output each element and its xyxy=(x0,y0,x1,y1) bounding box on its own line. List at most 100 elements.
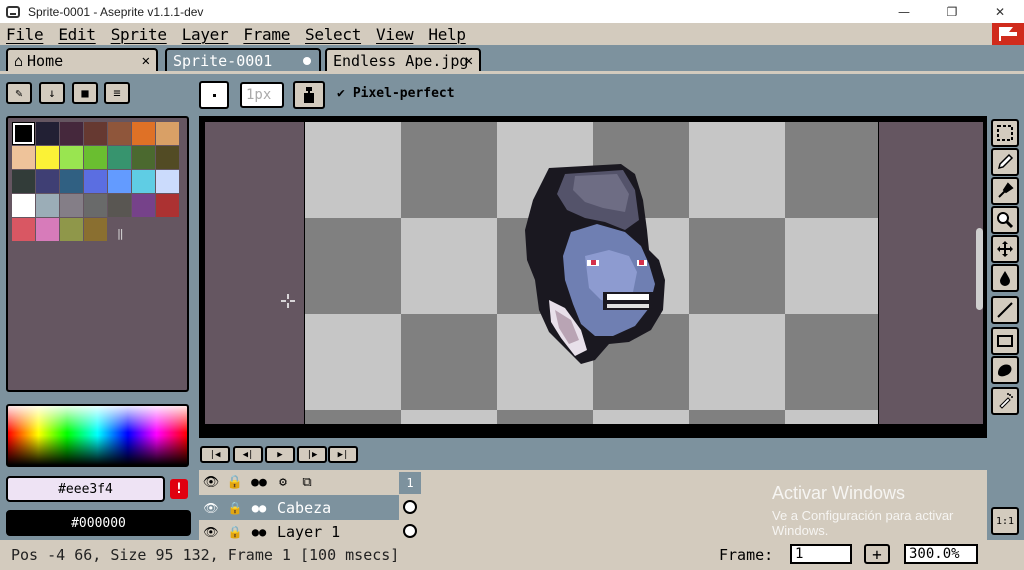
frame-field[interactable]: 1 xyxy=(790,544,852,564)
onion-skin-icon[interactable]: ⧉ xyxy=(295,475,319,490)
tab-home[interactable]: ⌂ Home ✕ xyxy=(6,48,158,72)
menu-sprite[interactable]: Sprite xyxy=(111,25,167,44)
spray-tool-button[interactable] xyxy=(991,387,1019,415)
frame-header-1[interactable]: 1 xyxy=(399,472,421,494)
palette-swatch[interactable] xyxy=(12,170,35,193)
cel-layer-1-frame-1[interactable] xyxy=(403,524,417,538)
pixel-perfect-checkbox[interactable]: ✔ Pixel-perfect xyxy=(337,86,455,101)
paint-bucket-tool-button[interactable] xyxy=(991,264,1019,292)
palette-sort-button[interactable]: ↓ xyxy=(39,82,65,104)
palette-swatch[interactable] xyxy=(156,194,179,217)
line-tool-button[interactable] xyxy=(991,296,1019,324)
color-spectrum[interactable] xyxy=(6,404,189,467)
close-window-button[interactable]: ✕ xyxy=(976,0,1024,23)
layer-lock-icon[interactable]: 🔒 xyxy=(223,501,247,515)
menu-help[interactable]: Help xyxy=(428,25,466,44)
layer-lock-icon[interactable]: 🔒 xyxy=(223,525,247,539)
vertical-scrollbar[interactable] xyxy=(976,228,983,310)
first-frame-button[interactable]: |◀ xyxy=(200,446,230,463)
palette-swatch[interactable] xyxy=(60,194,83,217)
palette-swatch[interactable] xyxy=(108,194,131,217)
brush-type-button[interactable] xyxy=(199,81,229,109)
previous-frame-button[interactable]: ◀| xyxy=(233,446,263,463)
news-flag-icon[interactable] xyxy=(992,23,1024,45)
pencil-tool-button[interactable] xyxy=(991,148,1019,176)
zoom-field[interactable]: 300.0% xyxy=(904,544,978,564)
cel-cabeza-frame-1[interactable] xyxy=(403,500,417,514)
palette-swatch[interactable] xyxy=(84,194,107,217)
play-button[interactable]: ▶ xyxy=(265,446,295,463)
palette-swatch[interactable] xyxy=(60,146,83,169)
maximize-button[interactable]: ❐ xyxy=(928,0,976,23)
palette-swatch[interactable] xyxy=(132,146,155,169)
menu-view[interactable]: View xyxy=(376,25,414,44)
palette-swatch[interactable] xyxy=(84,146,107,169)
last-frame-button[interactable]: ▶| xyxy=(328,446,358,463)
gear-icon[interactable]: ⚙ xyxy=(271,475,295,490)
tab-endless-ape-close-icon[interactable]: ✕ xyxy=(465,53,473,69)
menu-layer[interactable]: Layer xyxy=(182,25,229,44)
palette-swatch[interactable] xyxy=(36,146,59,169)
eye-icon[interactable]: 👁 xyxy=(199,475,223,490)
palette-swatch[interactable] xyxy=(132,170,155,193)
zoom-reset-button[interactable]: 1:1 xyxy=(991,507,1019,535)
palette-swatch[interactable] xyxy=(60,218,83,241)
layer-continuous-icon[interactable]: ●● xyxy=(247,525,271,539)
menu-file[interactable]: File xyxy=(6,25,44,44)
tab-sprite-0001[interactable]: Sprite-0001 xyxy=(165,48,321,72)
tab-endless-ape[interactable]: Endless Ape.jpg ✕ xyxy=(325,48,481,72)
palette-swatch[interactable] xyxy=(12,146,35,169)
zoom-tool-button[interactable] xyxy=(991,206,1019,234)
marquee-tool-button[interactable] xyxy=(991,119,1019,147)
eyedropper-tool-button[interactable] xyxy=(991,177,1019,205)
move-tool-button[interactable] xyxy=(991,235,1019,263)
sprite-editor[interactable] xyxy=(199,116,987,438)
palette-swatch[interactable] xyxy=(36,170,59,193)
palette-edit-button[interactable]: ✎ xyxy=(6,82,32,104)
palette-swatch[interactable] xyxy=(108,170,131,193)
palette-swatch[interactable] xyxy=(132,122,155,145)
contour-tool-button[interactable] xyxy=(991,356,1019,384)
layer-row-cabeza[interactable]: 👁 🔒 ●● Cabeza xyxy=(199,495,399,519)
menu-frame[interactable]: Frame xyxy=(243,25,290,44)
continuous-icon[interactable]: ●● xyxy=(247,475,271,490)
palette-resize-handle[interactable]: ‖ xyxy=(117,227,124,240)
palette-swatch[interactable] xyxy=(156,170,179,193)
palette-swatch[interactable] xyxy=(36,194,59,217)
palette-swatch[interactable] xyxy=(36,122,59,145)
palette-swatch[interactable] xyxy=(60,170,83,193)
background-color-button[interactable]: #000000 xyxy=(6,510,191,536)
palette-options-button[interactable]: ≡ xyxy=(104,82,130,104)
layer-continuous-icon[interactable]: ●● xyxy=(247,501,271,515)
layer-visible-eye-icon[interactable]: 👁 xyxy=(199,525,223,539)
foreground-color-button[interactable]: #eee3f4 xyxy=(6,476,165,502)
palette-swatch[interactable] xyxy=(84,122,107,145)
brush-size-field[interactable]: 1px xyxy=(240,82,284,108)
palette-swatch[interactable] xyxy=(156,122,179,145)
minimize-button[interactable]: — xyxy=(880,0,928,23)
palette-swatch[interactable] xyxy=(108,146,131,169)
layer-visible-eye-icon[interactable]: 👁 xyxy=(199,501,223,515)
palette-swatch[interactable] xyxy=(60,122,83,145)
palette-swatch[interactable] xyxy=(36,218,59,241)
palette-presets-button[interactable]: ■ xyxy=(72,82,98,104)
palette-swatch[interactable] xyxy=(84,218,107,241)
next-frame-button[interactable]: |▶ xyxy=(297,446,327,463)
layer-name: Cabeza xyxy=(277,498,332,517)
tab-home-close-icon[interactable]: ✕ xyxy=(142,53,150,69)
lock-icon[interactable]: 🔒 xyxy=(223,475,247,490)
color-warning-icon[interactable]: ! xyxy=(170,479,188,499)
palette-swatch[interactable] xyxy=(108,122,131,145)
palette-swatch[interactable] xyxy=(12,194,35,217)
palette-swatch[interactable] xyxy=(156,146,179,169)
menu-select[interactable]: Select xyxy=(305,25,361,44)
palette-swatch[interactable] xyxy=(12,218,35,241)
new-frame-button[interactable]: + xyxy=(864,544,890,564)
palette-swatch[interactable] xyxy=(12,122,35,145)
palette-swatch[interactable] xyxy=(132,194,155,217)
palette-swatch[interactable] xyxy=(84,170,107,193)
menu-edit[interactable]: Edit xyxy=(58,25,96,44)
modified-dot-icon[interactable] xyxy=(303,57,311,65)
rectangle-tool-button[interactable] xyxy=(991,327,1019,355)
ink-type-button[interactable] xyxy=(293,81,325,109)
